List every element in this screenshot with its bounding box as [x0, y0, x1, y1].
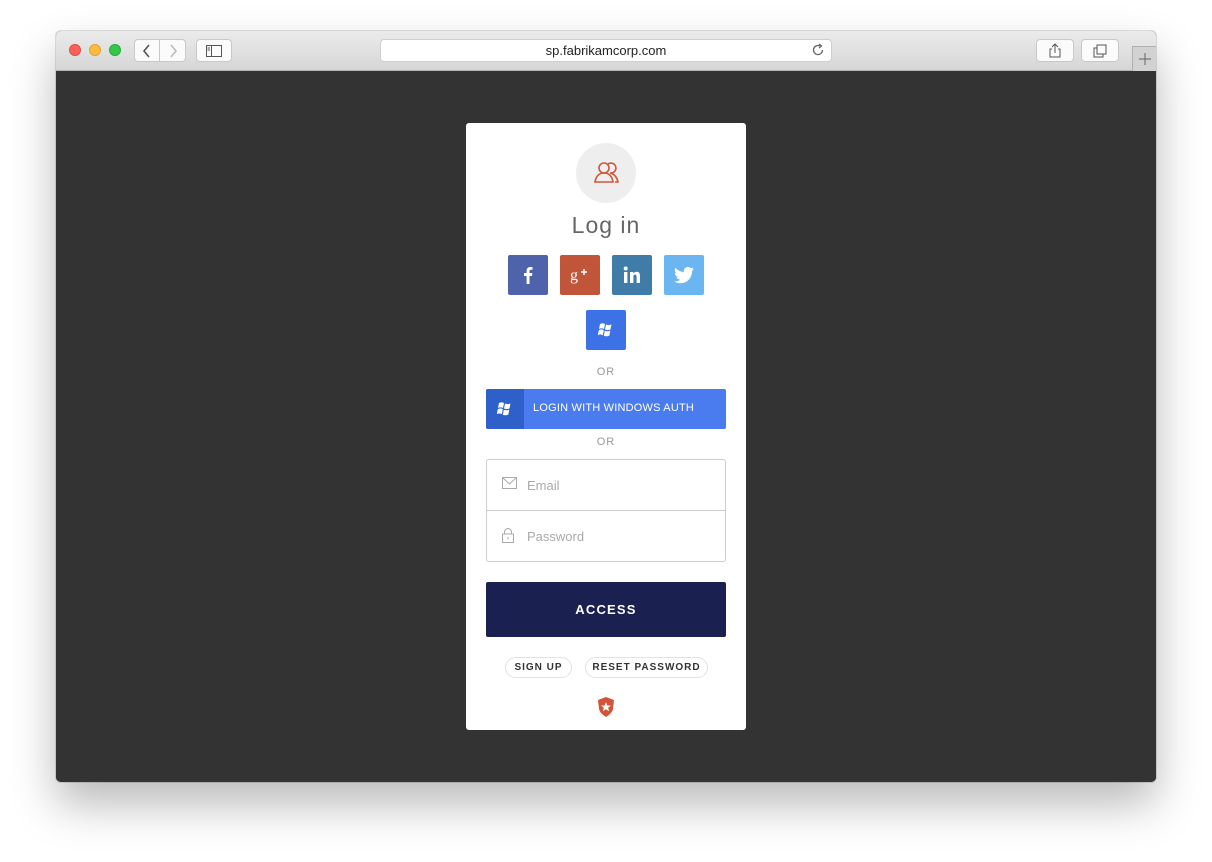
envelope-icon — [502, 477, 517, 489]
tabs-icon — [1093, 44, 1107, 57]
twitter-icon — [674, 266, 694, 283]
chevron-right-icon — [169, 43, 177, 58]
password-field-row — [487, 511, 725, 561]
facebook-icon — [524, 267, 533, 284]
plus-icon — [1138, 53, 1151, 65]
facebook-login-button[interactable] — [508, 255, 548, 295]
sign-up-link[interactable]: SIGN UP — [505, 657, 572, 678]
login-card: Log in g OR LOGIN WITH WINDOWS AUTH OR E… — [466, 123, 746, 730]
address-bar[interactable]: sp.fabrikamcorp.com — [380, 39, 832, 62]
google-plus-login-button[interactable]: g — [560, 255, 600, 295]
linkedin-login-button[interactable] — [612, 255, 652, 295]
google-plus-icon: g — [570, 267, 587, 284]
share-button[interactable] — [1036, 39, 1074, 62]
forward-button[interactable] — [160, 39, 186, 62]
share-icon — [1049, 43, 1061, 58]
linkedin-icon — [623, 266, 640, 283]
page-title: Log in — [571, 212, 641, 238]
reset-password-link[interactable]: RESET PASSWORD — [585, 657, 708, 678]
show-tabs-button[interactable] — [1081, 39, 1119, 62]
users-icon — [594, 162, 619, 183]
lock-icon — [502, 528, 514, 543]
back-button[interactable] — [134, 39, 160, 62]
windows-auth-button[interactable]: LOGIN WITH WINDOWS AUTH — [486, 389, 726, 429]
windows-auth-icon-box — [486, 389, 524, 429]
page-content: Log in g OR LOGIN WITH WINDOWS AUTH OR E… — [56, 71, 1156, 782]
sidebar-icon — [206, 44, 222, 57]
password-field[interactable] — [527, 525, 717, 547]
chevron-left-icon — [142, 43, 150, 58]
url-text: sp.fabrikamcorp.com — [545, 43, 667, 58]
close-window-button[interactable] — [69, 44, 81, 56]
twitter-login-button[interactable] — [664, 255, 704, 295]
shield-star-icon — [598, 697, 614, 717]
credentials-form — [486, 459, 726, 562]
zoom-window-button[interactable] — [109, 44, 121, 56]
minimize-window-button[interactable] — [89, 44, 101, 56]
avatar — [576, 143, 636, 203]
email-field[interactable] — [527, 474, 717, 496]
access-button[interactable]: ACCESS — [486, 582, 726, 637]
svg-text:g: g — [570, 267, 578, 284]
browser-toolbar: sp.fabrikamcorp.com — [56, 31, 1156, 71]
email-field-row — [487, 460, 725, 511]
windows-auth-label: LOGIN WITH WINDOWS AUTH — [533, 402, 695, 414]
or-divider: OR — [596, 436, 616, 448]
browser-window: sp.fabrikamcorp.com Log in g OR LOGIN WI… — [56, 31, 1156, 782]
windows-icon — [597, 323, 612, 337]
reload-icon[interactable] — [811, 43, 825, 57]
or-divider: OR — [596, 366, 616, 378]
windows-login-button[interactable] — [586, 310, 626, 350]
windows-icon — [496, 402, 511, 416]
sidebar-toggle-button[interactable] — [196, 39, 232, 62]
auth0-badge[interactable] — [596, 697, 616, 717]
new-tab-button[interactable] — [1132, 46, 1156, 71]
